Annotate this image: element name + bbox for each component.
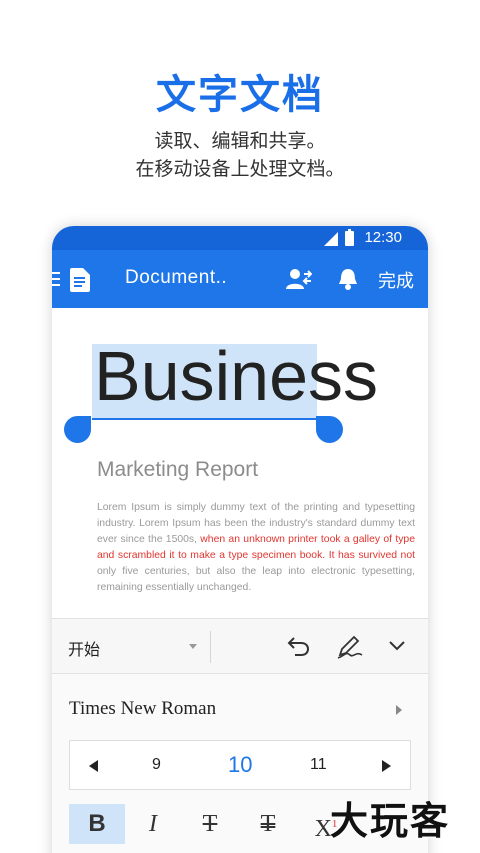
font-size-picker: 9 10 11 [69, 740, 411, 790]
selection-handle-start[interactable] [64, 416, 91, 443]
decrease-size-icon[interactable] [89, 760, 98, 772]
document-subtitle[interactable]: Marketing Report [97, 458, 258, 482]
chevron-down-icon[interactable] [388, 639, 406, 653]
tab-selector[interactable]: 开始 [68, 636, 100, 660]
toolbar-divider [210, 631, 211, 663]
bell-icon[interactable] [338, 267, 358, 291]
bold-button[interactable]: B [69, 804, 125, 844]
done-button[interactable]: 完成 [378, 267, 414, 293]
app-bar: Document.. 完成 [52, 250, 428, 308]
selection-handle-end[interactable] [316, 416, 343, 443]
battery-icon [345, 229, 354, 246]
font-size-selected[interactable]: 10 [228, 752, 252, 778]
edit-toolbar: 开始 [52, 618, 428, 674]
selection-underline [92, 418, 318, 420]
font-name-selector[interactable]: Times New Roman [69, 698, 216, 720]
document-body[interactable]: Lorem Ipsum is simply dummy text of the … [97, 500, 415, 596]
document-heading[interactable]: Business [94, 336, 378, 416]
promo-subtitle-line2: 在移动设备上处理文档。 [135, 158, 345, 180]
chevron-right-icon[interactable] [396, 705, 402, 715]
signal-icon [324, 232, 338, 246]
watermark-logo: 大玩客 [330, 799, 451, 843]
menu-icon[interactable] [52, 272, 60, 286]
status-time: 12:30 [364, 229, 402, 246]
promo-subtitle-line1: 读取、编辑和共享。 [154, 130, 326, 152]
strikethrough-button[interactable]: T [182, 804, 238, 844]
italic-button[interactable]: I [125, 804, 181, 844]
document-canvas[interactable]: Business Marketing Report Lorem Ipsum is… [52, 308, 428, 618]
document-icon [70, 268, 90, 292]
dropdown-caret-icon[interactable] [189, 644, 197, 649]
promo-title: 文字文档 [156, 72, 324, 118]
increase-size-icon[interactable] [382, 760, 391, 772]
status-bar: 12:30 [52, 226, 428, 250]
font-size-option[interactable]: 11 [310, 756, 327, 774]
document-title[interactable]: Document.. [125, 267, 227, 289]
share-user-icon[interactable] [286, 268, 312, 290]
pen-icon[interactable] [336, 633, 364, 659]
undo-icon[interactable] [286, 635, 310, 657]
double-strikethrough-button[interactable]: T [240, 804, 296, 844]
font-size-option[interactable]: 9 [152, 756, 161, 774]
phone-frame: 12:30 Document.. 完成 Business Marketing R… [52, 226, 428, 853]
